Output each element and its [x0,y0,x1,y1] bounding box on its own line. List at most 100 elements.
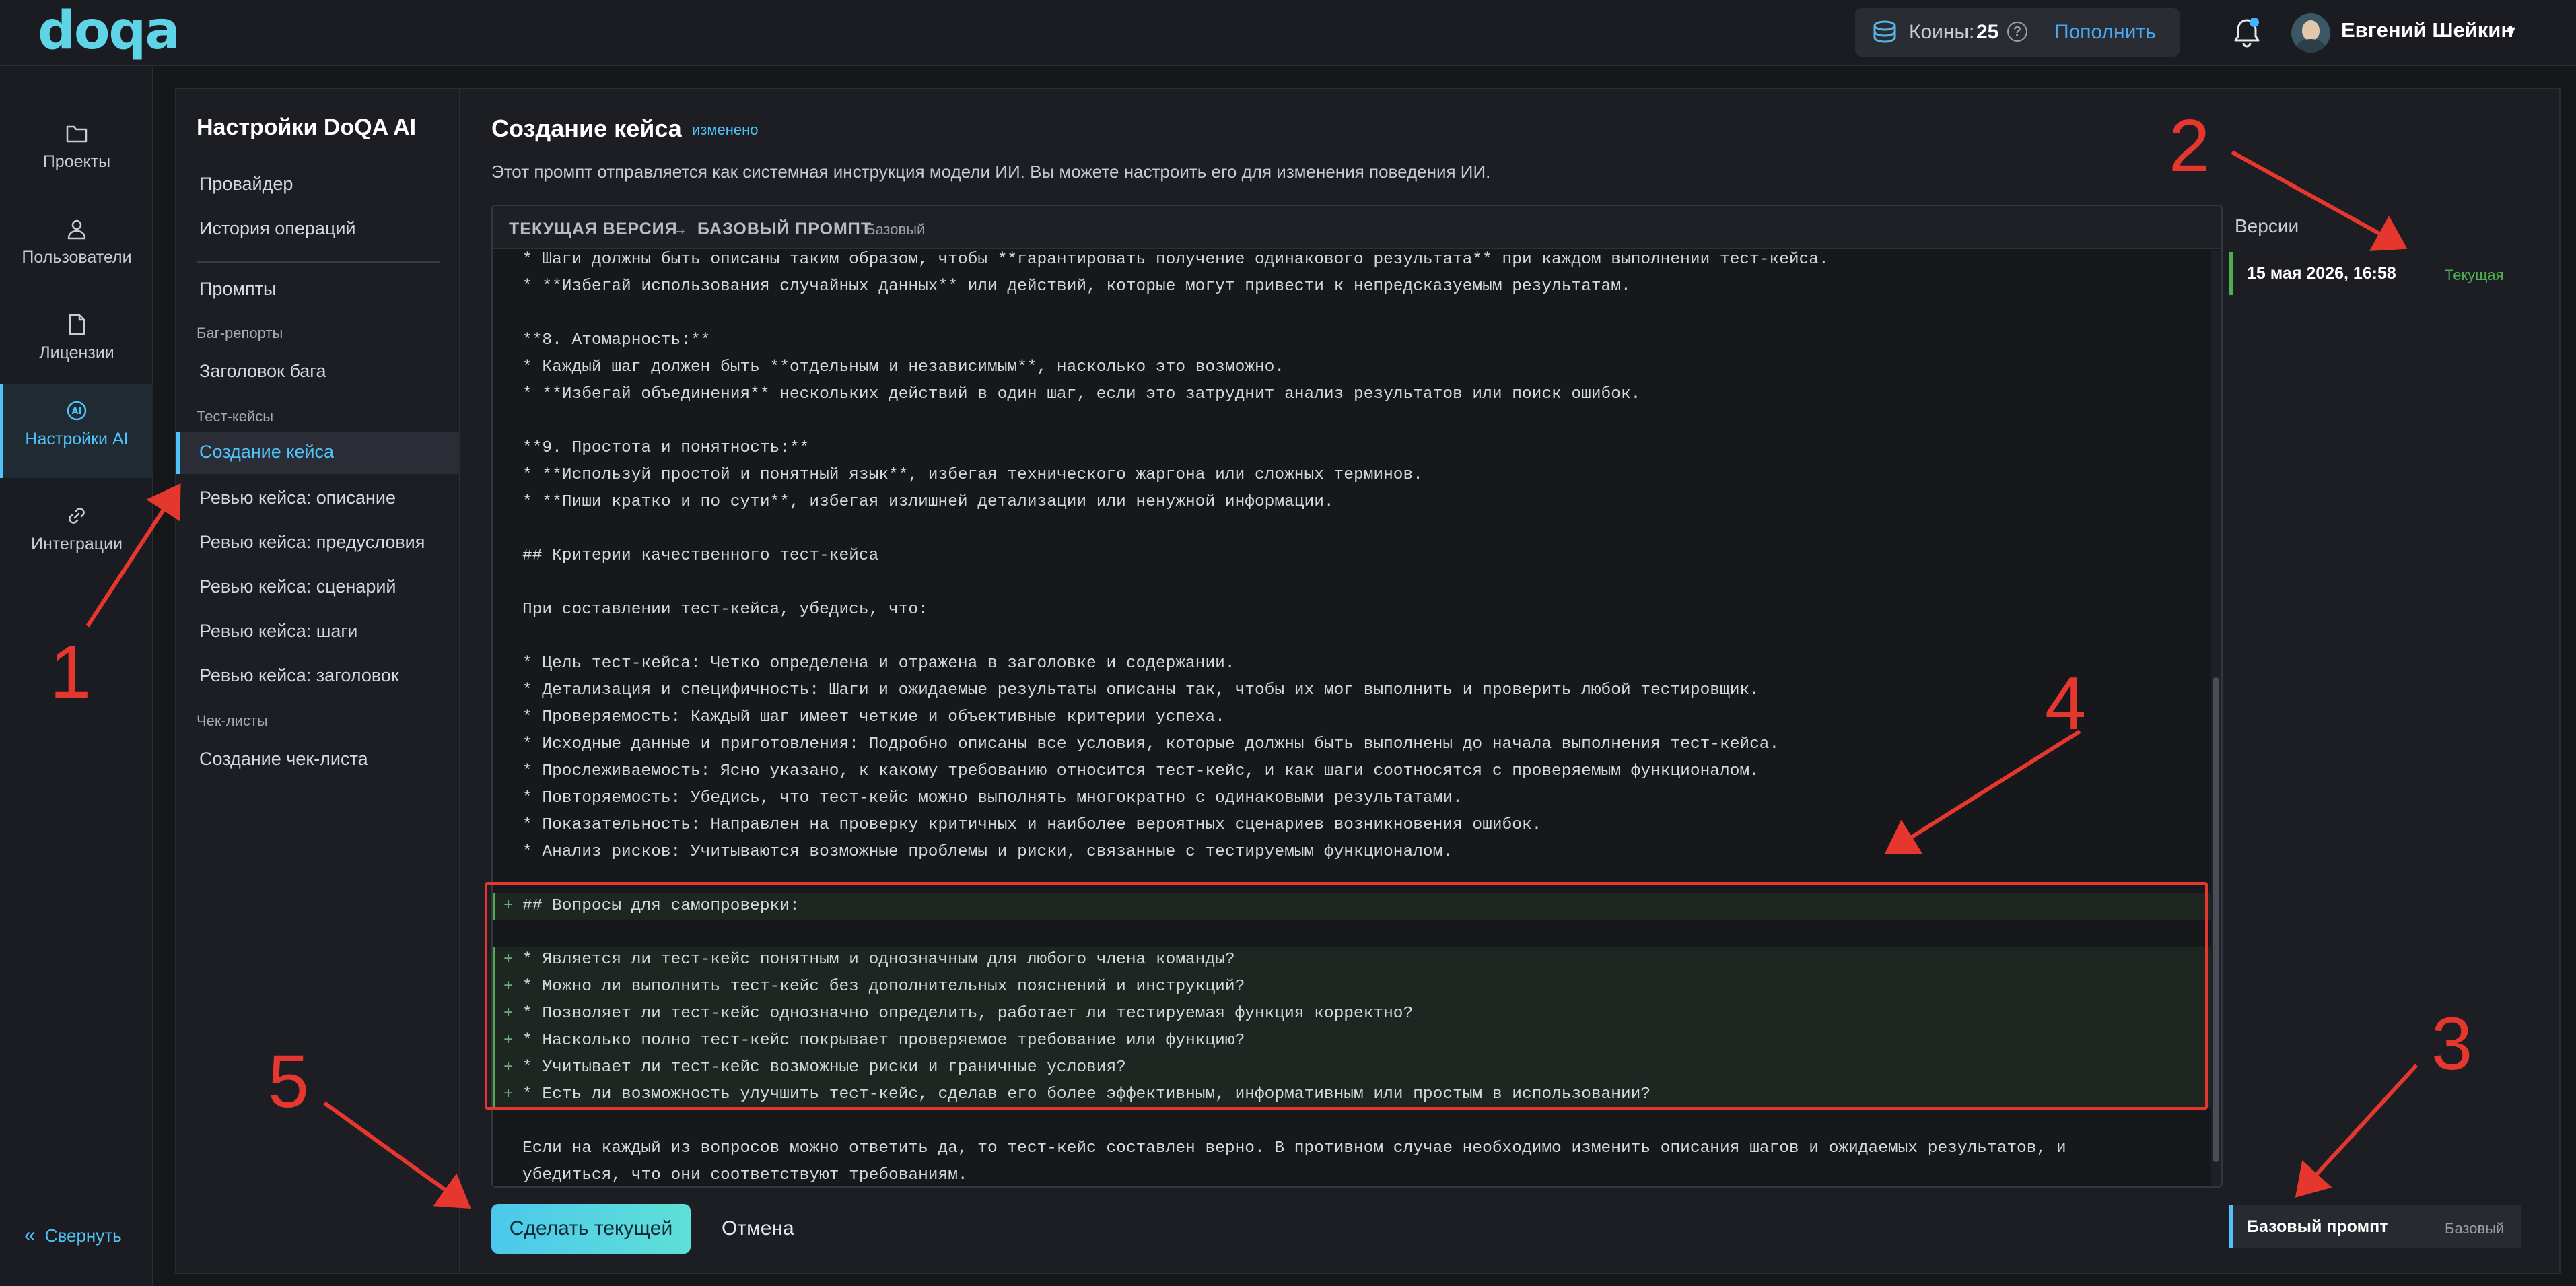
changed-badge: изменено [692,121,759,138]
coins-label: Коины: [1909,21,1975,43]
version-item[interactable]: 15 мая 2026, 16:58 Текущая [2229,252,2526,295]
doqa-logo[interactable]: doqa [38,4,180,58]
line-text: * **Избегай использования случайных данн… [522,277,1631,296]
svg-text:AI: AI [72,407,82,417]
nav-create-case[interactable]: Создание кейса [176,432,459,474]
coins-panel: Коины: 25 ? Пополнить [1855,8,2180,57]
line-text: **9. Простота и понятность:** [522,439,810,457]
link-icon [69,508,85,524]
code-line: * **Используй простой и понятный язык**,… [493,462,2211,489]
help-icon[interactable]: ? [2007,22,2027,42]
base-tag: Базовый [866,221,926,238]
folder-icon [66,125,88,143]
rail-item-integrations[interactable]: Интеграции [0,489,153,583]
code-line: * Анализ рисков: Учитываются возможные п… [493,839,2211,866]
nav-review-title[interactable]: Ревью кейса: заголовок [199,665,399,686]
nav-bug-title[interactable]: Заголовок бага [199,361,326,382]
code-line: * **Пиши кратко и по сути**, избегая изл… [493,489,2211,516]
page-description: Этот промпт отправляется как системная и… [491,162,1491,182]
nav-create-checklist[interactable]: Создание чек-листа [199,749,368,770]
page-title: Создание кейса [491,114,682,142]
cancel-button[interactable]: Отмена [722,1217,794,1240]
coins-value: 25 [1976,21,1999,43]
line-text: * Каждый шаг должен быть **отдельным и н… [522,358,1285,376]
rail-item-licenses[interactable]: Лицензии [0,298,153,392]
line-text: * Цель тест-кейса: Четко определена и от… [522,654,1235,673]
added-line: + * Позволяет ли тест-кейс однозначно опр… [493,1001,2211,1027]
line-text: * Можно ли выполнить тест-кейс без допол… [522,978,1245,996]
make-current-button[interactable]: Сделать текущей [491,1204,691,1254]
nav-review-steps[interactable]: Ревью кейса: шаги [199,621,357,642]
current-version-label: ТЕКУЩАЯ ВЕРСИЯ [509,219,678,238]
base-prompt-item[interactable]: Базовый промпт Базовый [2229,1205,2521,1248]
line-text: * Повторяемость: Убедись, что тест-кейс … [522,789,1463,807]
collapse-button[interactable]: « Свернуть [24,1224,122,1247]
nav-history[interactable]: История операций [199,218,356,239]
nav-review-desc[interactable]: Ревью кейса: описание [199,487,396,508]
line-text: * Показательность: Направлен на проверку… [522,816,1542,834]
nav-group-bugs: Баг-репорты [197,325,283,341]
line-text: убедиться, что они соответствуют требова… [522,1166,968,1184]
added-line: + * Насколько полно тест-кейс покрывает п… [493,1027,2211,1054]
plus-icon: + [503,1085,514,1104]
line-text: * Прослеживаемость: Ясно указано, к како… [522,762,1760,780]
line-text: * **Пиши кратко и по сути**, избегая изл… [522,493,1334,511]
line-text: При составлении тест-кейса, убедись, что… [522,601,928,619]
plus-icon: + [503,1005,514,1023]
base-prompt-item-label: Базовый промпт [2247,1217,2388,1236]
line-text: * **Избегай объединения** нескольких дей… [522,385,1641,403]
line-text: Если на каждый из вопросов можно ответит… [522,1139,2066,1157]
code-line: * Шаги должны быть описаны таким образом… [493,246,2211,273]
chevron-down-icon[interactable]: ▾ [2507,20,2515,41]
code-line: * Детализация и специфичность: Шаги и ож… [493,677,2211,704]
rail-item-label: Интеграции [30,535,123,553]
nav-review-scenario[interactable]: Ревью кейса: сценарий [199,576,396,597]
versions-title: Версии [2235,215,2299,236]
collapse-label: Свернуть [44,1225,122,1246]
line-text: * Насколько полно тест-кейс покрывает пр… [522,1031,1245,1050]
nav-group-checklists: Чек-листы [197,712,268,729]
line-text: ## Вопросы для самопроверки: [522,897,800,915]
base-prompt-item-tag: Базовый [2445,1220,2505,1237]
code-line: Если на каждый из вопросов можно ответит… [493,1135,2211,1162]
line-text: * Есть ли возможность улучшить тест-кейс… [522,1085,1651,1104]
rail-item-users[interactable]: Пользователи [0,202,153,296]
nav-create-case-label: Создание кейса [199,442,335,462]
settings-title: Настройки DoQA AI [197,114,417,140]
added-line: + * Можно ли выполнить тест-кейс без допо… [493,974,2211,1001]
version-current-tag: Текущая [2445,267,2504,283]
code-line: * Проверяемость: Каждый шаг имеет четкие… [493,704,2211,731]
scrollbar-thumb[interactable] [2213,677,2219,1162]
rail-item-label: Настройки AI [25,430,129,448]
user-name[interactable]: Евгений Шейкин [2341,18,2513,42]
settings-nav: Настройки DoQA AI Провайдер История опер… [176,89,460,1273]
nav-prompts[interactable]: Промпты [199,279,276,300]
avatar[interactable] [2291,13,2330,53]
version-date: 15 мая 2026, 16:58 [2247,264,2396,283]
code-line: **9. Простота и понятность:** [493,435,2211,462]
rail-item-ai-settings[interactable]: AI Настройки AI [0,384,153,478]
code-line: убедиться, что они соответствуют требова… [493,1162,2211,1186]
code-lines[interactable]: * Шаги должны быть описаны таким образом… [493,250,2211,1186]
plus-icon: + [503,951,514,969]
arrow-right-icon: → [670,218,688,238]
nav-group-tests: Тест-кейсы [197,408,274,425]
topup-button[interactable]: Пополнить [2054,21,2156,44]
line-text: **8. Атомарность:** [522,331,711,349]
code-line: * Цель тест-кейса: Четко определена и от… [493,650,2211,677]
line-text: * Исходные данные и приготовления: Подро… [522,735,1780,753]
nav-provider[interactable]: Провайдер [199,174,293,195]
license-icon [69,314,85,335]
rail-item-projects[interactable]: Проекты [0,106,153,201]
nav-review-pre[interactable]: Ревью кейса: предусловия [199,532,425,553]
code-line: ## Критерии качественного тест-кейса [493,543,2211,570]
prompt-diff-editor[interactable]: ТЕКУЩАЯ ВЕРСИЯ → БАЗОВЫЙ ПРОМПТ Базовый … [491,205,2223,1188]
editor-header: ТЕКУЩАЯ ВЕРСИЯ → БАЗОВЫЙ ПРОМПТ Базовый [493,206,2221,249]
added-line: + * Есть ли возможность улучшить тест-кей… [493,1081,2211,1108]
